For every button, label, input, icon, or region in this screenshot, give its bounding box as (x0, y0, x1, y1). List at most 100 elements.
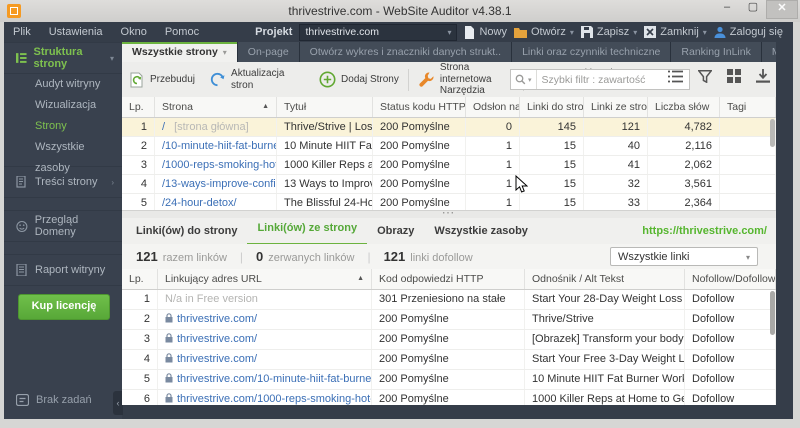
tab-on-page[interactable]: On-page (237, 42, 299, 62)
buy-license-button[interactable]: Kup licencję (18, 294, 110, 320)
cell-lp: 2 (122, 310, 158, 329)
sort-asc-icon: ▲ (262, 103, 269, 110)
cell-kod: 200 Pomyślne (372, 350, 525, 369)
tab-wszystkie-zasoby[interactable]: Wszystkie zasoby (424, 218, 538, 244)
cell-kod: 200 Pomyślne (372, 390, 525, 405)
header-linkujacy-url[interactable]: Linkujący adres URL ▲ (158, 269, 372, 289)
menu-pomoc[interactable]: Pomoc (156, 22, 208, 42)
column-list-icon[interactable] (668, 70, 683, 83)
project-select[interactable]: thrivestrive.com ▾ (299, 23, 458, 41)
table-row[interactable]: 3 /1000-reps-smoking-hot-legs/ 1000 Kill… (122, 156, 776, 175)
link-row[interactable]: 2 thrivestrive.com/ 200 Pomyślne Thrive/… (122, 310, 776, 330)
sidebar-item-wizualizacja[interactable]: Wizualizacja (4, 95, 122, 116)
header-odnosnik[interactable]: Odnośnik / Alt Tekst (525, 269, 685, 289)
rebuild-button[interactable]: Przebuduj (122, 66, 202, 94)
pages-table-scrollbar[interactable] (770, 119, 775, 147)
update-pages-button[interactable]: Aktualizacja stron (202, 66, 312, 94)
quick-filter-mode[interactable]: ▾ (511, 70, 537, 89)
filter-icon[interactable] (698, 69, 712, 83)
cell-status: 200 Pomyślne (373, 175, 466, 193)
close-project-label: Zamknij (660, 26, 699, 38)
links-filter-value: Wszystkie linki (618, 251, 690, 263)
link-url[interactable]: thrivestrive.com/1000-reps-smoking-hot-l… (177, 393, 371, 405)
table-row[interactable]: 4 /13-ways-improve-confidence/ 13 Ways t… (122, 175, 776, 194)
header-liczba-slow[interactable]: Liczba słów (648, 97, 720, 117)
download-icon[interactable] (756, 69, 770, 83)
login-button[interactable]: Zaloguj się (714, 26, 783, 38)
header-odslon[interactable]: Odsłon na ... (466, 97, 520, 117)
close-button[interactable]: ✕ (766, 0, 798, 19)
menu-ustawienia[interactable]: Ustawienia (40, 22, 112, 42)
header-tytul[interactable]: Tytuł (277, 97, 373, 117)
add-pages-button[interactable]: Dodaj Strony (312, 66, 406, 94)
quick-filter-input[interactable] (536, 73, 689, 86)
quick-filter-field: ▾ (510, 69, 690, 90)
maximize-button[interactable]: ▢ (740, 0, 766, 17)
header-linki-do[interactable]: Linki do stro... (520, 97, 584, 117)
selected-page-url[interactable]: https://thrivestrive.com/ (642, 225, 776, 237)
menu-okno[interactable]: Okno (112, 22, 156, 42)
tab-linki-do-strony[interactable]: Linki(ów) do strony (122, 218, 247, 244)
header-linki-ze[interactable]: Linki ze stro... (584, 97, 648, 117)
new-project-button[interactable]: Nowy (464, 25, 507, 39)
link-row[interactable]: 1 N/a in Free version 301 Przeniesiono n… (122, 290, 776, 310)
save-icon (580, 26, 593, 38)
header-lp[interactable]: Lp. (122, 269, 158, 289)
link-row[interactable]: 4 thrivestrive.com/ 200 Pomyślne Start Y… (122, 350, 776, 370)
layout-grid-icon[interactable] (727, 69, 741, 83)
rebuild-page-icon (130, 72, 143, 87)
link-url[interactable]: thrivestrive.com/10-minute-hiit-fat-burn… (177, 373, 371, 385)
sidebar-section-report[interactable]: Raport witryny (4, 254, 122, 286)
link-row[interactable]: 3 thrivestrive.com/ 200 Pomyślne [Obraze… (122, 330, 776, 350)
save-project-button[interactable]: Zapisz ▾ (580, 26, 637, 38)
new-label: Nowy (479, 26, 507, 38)
cell-url: thrivestrive.com/ (158, 310, 372, 329)
header-status[interactable]: Status kodu HTTP (373, 97, 466, 117)
minimize-button[interactable]: – (714, 0, 740, 17)
links-table: Lp. Linkujący adres URL ▲ Kod odpowiedzi … (122, 269, 776, 405)
tab-obrazy[interactable]: Obrazy (367, 218, 424, 244)
menubar: Plik Ustawienia Okno Pomoc Projekt thriv… (4, 22, 793, 42)
tab-ranking-inlink[interactable]: Ranking InLink (671, 42, 761, 62)
stat-separator: | (239, 249, 244, 264)
tab-linki-techniczne[interactable]: Linki oraz czynniki techniczne (512, 42, 671, 62)
page-link[interactable]: /13-ways-improve-confidence/ (162, 178, 276, 190)
header-kod-http[interactable]: Kod odpowiedzi HTTP (372, 269, 525, 289)
cell-odslon: 0 (466, 118, 520, 136)
link-url[interactable]: thrivestrive.com/ (177, 353, 257, 365)
header-tagi[interactable]: Tagi (720, 97, 776, 117)
header-strona[interactable]: Strona ▲ (155, 97, 277, 117)
sidebar-section-domain[interactable]: Przegląd Domeny (4, 210, 122, 242)
page-link[interactable]: /1000-reps-smoking-hot-legs/ (162, 159, 276, 171)
link-row[interactable]: 5 thrivestrive.com/10-minute-hiit-fat-bu… (122, 370, 776, 390)
page-link[interactable]: /10-minute-hiit-fat-burner/ (162, 140, 276, 152)
links-filter-select[interactable]: Wszystkie linki ▾ (610, 247, 758, 266)
sidebar-item-wszystkie-zasoby[interactable]: Wszystkie zasoby (4, 137, 122, 174)
cell-lp: 5 (122, 370, 158, 389)
cell-linki-do: 15 (520, 175, 584, 193)
tab-wszystkie-strony[interactable]: Wszystkie strony ▾ (122, 42, 237, 62)
links-table-scrollbar[interactable] (770, 291, 775, 335)
link-row[interactable]: 6 thrivestrive.com/1000-reps-smoking-hot… (122, 390, 776, 405)
cell-strona: /1000-reps-smoking-hot-legs/ (155, 156, 277, 174)
link-url[interactable]: thrivestrive.com/ (177, 333, 257, 345)
header-lp[interactable]: Lp. (122, 97, 155, 117)
sidebar-item-audyt-witryny[interactable]: Audyt witryny (4, 74, 122, 95)
page-link[interactable]: /24-hour-detox/ (162, 197, 237, 209)
header-url-label: Linkujący adres URL (165, 273, 262, 285)
tab-media-spolecznosciowe[interactable]: Media społecznościowe (761, 42, 776, 62)
close-project-button[interactable]: Zamknij ▾ (644, 26, 707, 38)
page-link[interactable]: / (162, 121, 165, 133)
sidebar-section-structure[interactable]: Struktura strony ▾ (4, 42, 122, 74)
link-url[interactable]: thrivestrive.com/ (177, 313, 257, 325)
website-tools-button[interactable]: Strona internetowa Narzędzia (411, 62, 521, 96)
table-row[interactable]: 2 /10-minute-hiit-fat-burner/ 10 Minute … (122, 137, 776, 156)
menu-plik[interactable]: Plik (4, 22, 40, 42)
table-row[interactable]: 1 / [strona główna] Thrive/Strive | Lose … (122, 118, 776, 137)
stat-dofollow-links: 121 linki dofollow (384, 249, 473, 264)
tab-linki-ze-strony[interactable]: Linki(ów) ze strony (247, 217, 368, 246)
open-project-button[interactable]: Otwórz ▾ (513, 26, 574, 38)
header-nofollow[interactable]: Nofollow/Dofollow (685, 269, 776, 289)
tab-wykres-danych[interactable]: Otwórz wykres i znaczniki danych strukt.… (299, 42, 512, 62)
sidebar-item-strony[interactable]: Strony (4, 116, 122, 137)
